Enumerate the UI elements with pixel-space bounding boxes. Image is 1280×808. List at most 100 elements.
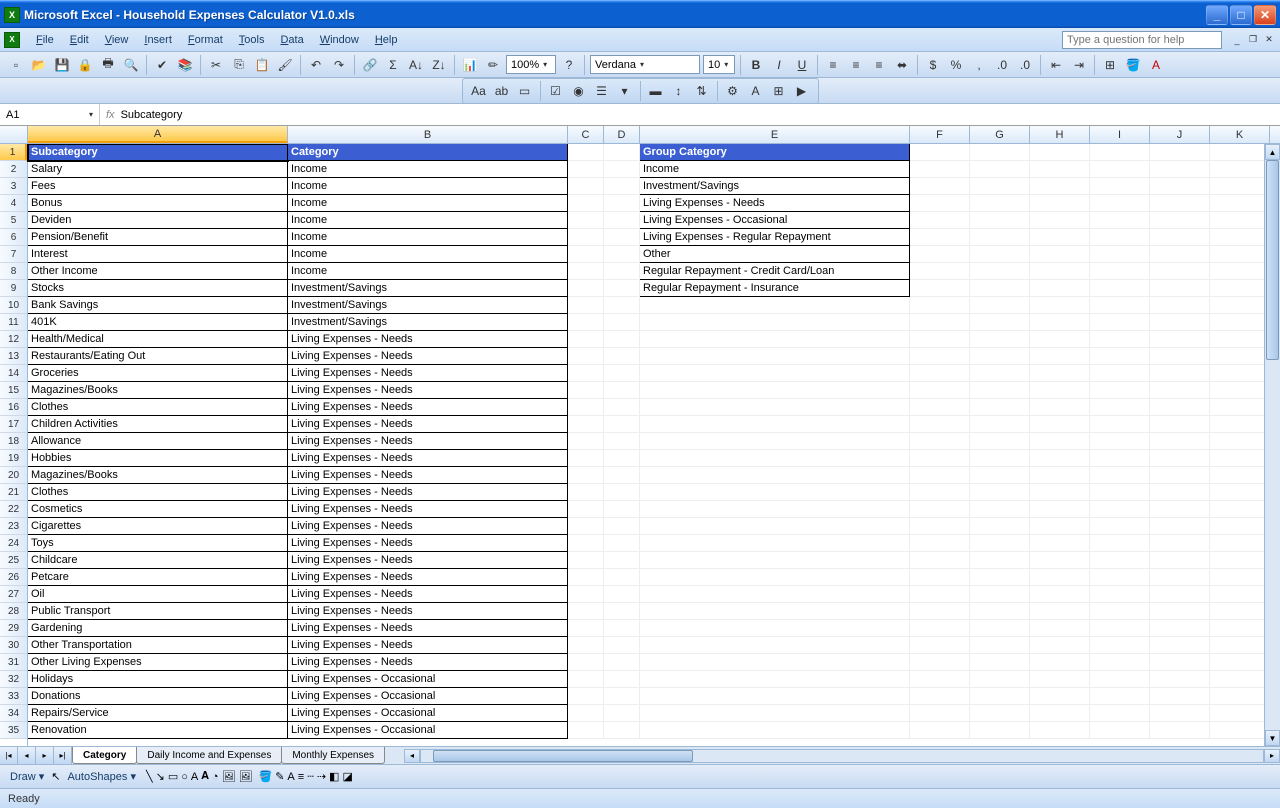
cell-K5[interactable] bbox=[1210, 212, 1270, 229]
cell-K9[interactable] bbox=[1210, 280, 1270, 297]
cell-K2[interactable] bbox=[1210, 161, 1270, 178]
cell-I22[interactable] bbox=[1090, 501, 1150, 518]
row-header-31[interactable]: 31 bbox=[0, 654, 27, 671]
row-header-15[interactable]: 15 bbox=[0, 382, 27, 399]
cell-D1[interactable] bbox=[604, 144, 640, 161]
cell-E19[interactable] bbox=[640, 450, 910, 467]
cell-A6[interactable]: Pension/Benefit bbox=[28, 229, 288, 246]
cell-I21[interactable] bbox=[1090, 484, 1150, 501]
cell-C25[interactable] bbox=[568, 552, 604, 569]
open-button[interactable]: 📂 bbox=[29, 55, 49, 75]
cell-A3[interactable]: Fees bbox=[28, 178, 288, 195]
cell-H8[interactable] bbox=[1030, 263, 1090, 280]
cell-E35[interactable] bbox=[640, 722, 910, 739]
cell-J22[interactable] bbox=[1150, 501, 1210, 518]
cell-K28[interactable] bbox=[1210, 603, 1270, 620]
cell-F11[interactable] bbox=[910, 314, 970, 331]
new-button[interactable]: ▫ bbox=[6, 55, 26, 75]
close-button[interactable]: ✕ bbox=[1254, 5, 1276, 25]
cell-D23[interactable] bbox=[604, 518, 640, 535]
cell-B21[interactable]: Living Expenses - Needs bbox=[288, 484, 568, 501]
column-header-J[interactable]: J bbox=[1150, 126, 1210, 143]
cell-J33[interactable] bbox=[1150, 688, 1210, 705]
borders-button[interactable]: ⊞ bbox=[1100, 55, 1120, 75]
cell-B8[interactable]: Income bbox=[288, 263, 568, 280]
cell-C22[interactable] bbox=[568, 501, 604, 518]
cell-E23[interactable] bbox=[640, 518, 910, 535]
cell-I7[interactable] bbox=[1090, 246, 1150, 263]
cell-B30[interactable]: Living Expenses - Needs bbox=[288, 637, 568, 654]
cell-A13[interactable]: Restaurants/Eating Out bbox=[28, 348, 288, 365]
cell-B9[interactable]: Investment/Savings bbox=[288, 280, 568, 297]
cell-A2[interactable]: Salary bbox=[28, 161, 288, 178]
cell-F15[interactable] bbox=[910, 382, 970, 399]
column-header-F[interactable]: F bbox=[910, 126, 970, 143]
row-header-13[interactable]: 13 bbox=[0, 348, 27, 365]
cell-K22[interactable] bbox=[1210, 501, 1270, 518]
cell-G21[interactable] bbox=[970, 484, 1030, 501]
vertical-scrollbar[interactable]: ▲ ▼ bbox=[1264, 144, 1280, 746]
cell-I3[interactable] bbox=[1090, 178, 1150, 195]
row-header-23[interactable]: 23 bbox=[0, 518, 27, 535]
cell-E31[interactable] bbox=[640, 654, 910, 671]
cell-H10[interactable] bbox=[1030, 297, 1090, 314]
cell-C34[interactable] bbox=[568, 705, 604, 722]
cell-K3[interactable] bbox=[1210, 178, 1270, 195]
cell-D14[interactable] bbox=[604, 365, 640, 382]
cell-A35[interactable]: Renovation bbox=[28, 722, 288, 739]
arrow-style-button[interactable]: ⇢ bbox=[317, 770, 326, 783]
cell-A24[interactable]: Toys bbox=[28, 535, 288, 552]
fill-color-button[interactable]: 🪣 bbox=[1123, 55, 1143, 75]
cell-G9[interactable] bbox=[970, 280, 1030, 297]
cell-I2[interactable] bbox=[1090, 161, 1150, 178]
row-header-8[interactable]: 8 bbox=[0, 263, 27, 280]
cell-K27[interactable] bbox=[1210, 586, 1270, 603]
cell-J29[interactable] bbox=[1150, 620, 1210, 637]
cell-H29[interactable] bbox=[1030, 620, 1090, 637]
cell-K21[interactable] bbox=[1210, 484, 1270, 501]
cell-A23[interactable]: Cigarettes bbox=[28, 518, 288, 535]
cell-F9[interactable] bbox=[910, 280, 970, 297]
cell-E7[interactable]: Other bbox=[640, 246, 910, 263]
cell-K30[interactable] bbox=[1210, 637, 1270, 654]
menu-edit[interactable]: Edit bbox=[62, 32, 97, 48]
cell-J4[interactable] bbox=[1150, 195, 1210, 212]
cell-B26[interactable]: Living Expenses - Needs bbox=[288, 569, 568, 586]
cell-F26[interactable] bbox=[910, 569, 970, 586]
cell-D29[interactable] bbox=[604, 620, 640, 637]
form-option-button[interactable]: ◉ bbox=[569, 81, 589, 101]
cell-A10[interactable]: Bank Savings bbox=[28, 297, 288, 314]
cell-H28[interactable] bbox=[1030, 603, 1090, 620]
cell-K19[interactable] bbox=[1210, 450, 1270, 467]
cell-F17[interactable] bbox=[910, 416, 970, 433]
cell-A5[interactable]: Deviden bbox=[28, 212, 288, 229]
cell-B27[interactable]: Living Expenses - Needs bbox=[288, 586, 568, 603]
sheet-tab-monthly-expenses[interactable]: Monthly Expenses bbox=[281, 747, 385, 764]
cell-C17[interactable] bbox=[568, 416, 604, 433]
column-header-G[interactable]: G bbox=[970, 126, 1030, 143]
cell-E13[interactable] bbox=[640, 348, 910, 365]
print-preview-button[interactable]: 🔍 bbox=[121, 55, 141, 75]
line-style-button[interactable]: ≡ bbox=[298, 771, 304, 783]
cell-G27[interactable] bbox=[970, 586, 1030, 603]
doc-restore-button[interactable]: ❐ bbox=[1246, 33, 1260, 47]
cell-D2[interactable] bbox=[604, 161, 640, 178]
cell-I33[interactable] bbox=[1090, 688, 1150, 705]
cell-B23[interactable]: Living Expenses - Needs bbox=[288, 518, 568, 535]
sort-asc-button[interactable]: A↓ bbox=[406, 55, 426, 75]
sort-desc-button[interactable]: Z↓ bbox=[429, 55, 449, 75]
cell-B16[interactable]: Living Expenses - Needs bbox=[288, 399, 568, 416]
cell-G6[interactable] bbox=[970, 229, 1030, 246]
autosum-button[interactable]: Σ bbox=[383, 55, 403, 75]
row-header-20[interactable]: 20 bbox=[0, 467, 27, 484]
chart-wizard-button[interactable]: 📊 bbox=[460, 55, 480, 75]
clipart-button[interactable]: 🖼 bbox=[222, 770, 236, 783]
cell-C35[interactable] bbox=[568, 722, 604, 739]
cell-J30[interactable] bbox=[1150, 637, 1210, 654]
row-header-35[interactable]: 35 bbox=[0, 722, 27, 739]
cell-D20[interactable] bbox=[604, 467, 640, 484]
cell-H12[interactable] bbox=[1030, 331, 1090, 348]
cell-E2[interactable]: Income bbox=[640, 161, 910, 178]
cell-B3[interactable]: Income bbox=[288, 178, 568, 195]
cell-I32[interactable] bbox=[1090, 671, 1150, 688]
